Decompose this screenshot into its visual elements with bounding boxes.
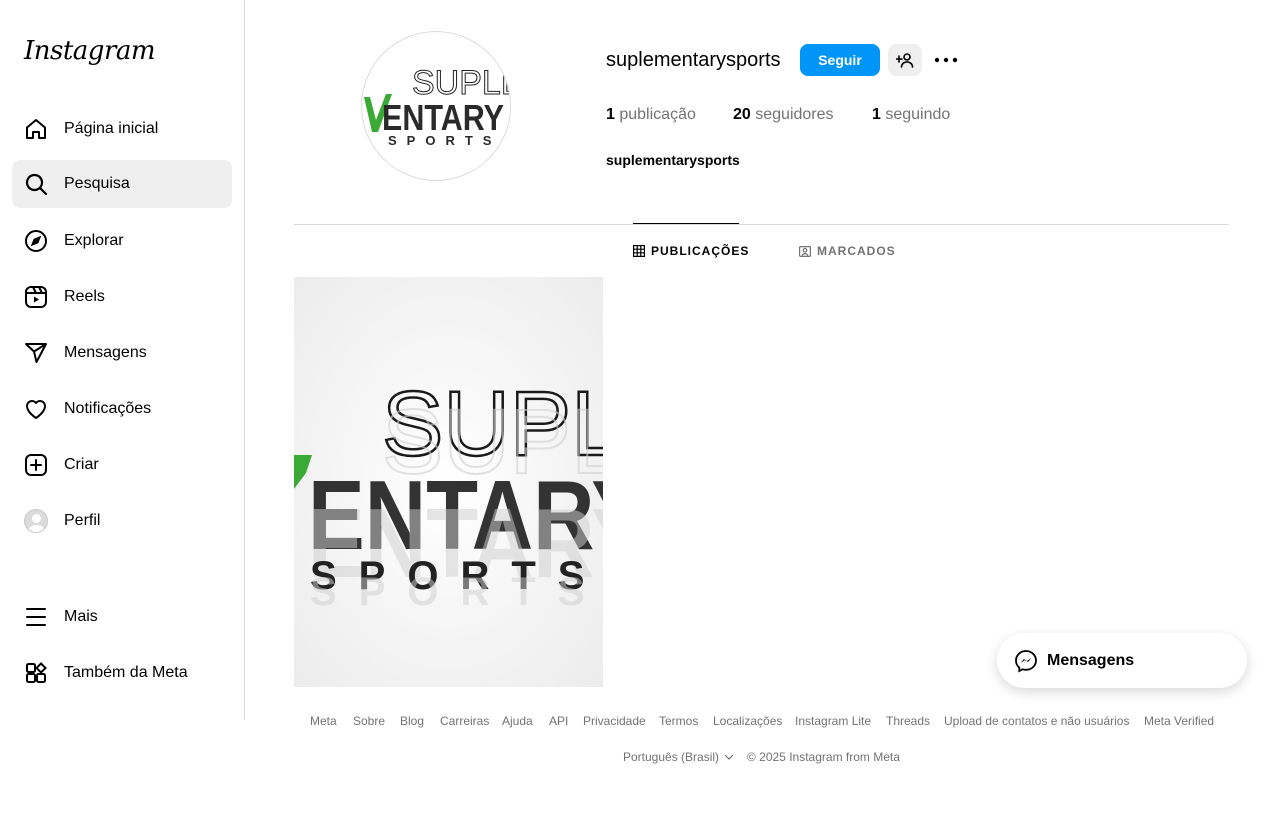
avatar — [24, 509, 48, 533]
footer-link[interactable]: Instagram Lite — [795, 714, 871, 728]
sidebar-item-messages[interactable]: Mensagens — [12, 329, 232, 377]
tab-label: MARCADOS — [817, 244, 896, 258]
tagged-icon — [799, 245, 811, 257]
sidebar-item-label: Criar — [64, 456, 99, 473]
post-image: SUPLE SUPLE ENTARY ENTARY SPORTS SPORTS — [294, 277, 603, 687]
sidebar-item-label: Perfil — [64, 512, 101, 529]
stat-following-count: 1 — [872, 106, 881, 123]
stat-posts: 1 publicação — [606, 106, 696, 124]
footer-link[interactable]: Localizações — [713, 714, 782, 728]
avatar-wrapper — [24, 509, 48, 533]
footer-link[interactable]: Termos — [659, 714, 698, 728]
footer-link[interactable]: Carreiras — [440, 714, 489, 728]
sidebar-item-explore[interactable]: Explorar — [12, 217, 232, 265]
active-tab-indicator — [633, 223, 739, 224]
stat-following-label: seguindo — [885, 106, 951, 123]
profile-username: suplementarysports — [606, 49, 781, 71]
footer-link[interactable]: Sobre — [353, 714, 385, 728]
sidebar-item-label: Também da Meta — [64, 664, 188, 681]
stat-followers-count: 20 — [733, 106, 751, 123]
send-icon — [24, 341, 48, 365]
footer-link[interactable]: Blog — [400, 714, 424, 728]
sidebar-item-create[interactable]: Criar — [12, 441, 232, 489]
sidebar-item-also-from-meta[interactable]: Também da Meta — [12, 649, 232, 697]
chevron-down-icon — [724, 754, 734, 760]
stat-followers[interactable]: 20 seguidores — [733, 106, 834, 124]
search-icon — [24, 172, 48, 196]
language-selector[interactable]: Português (Brasil) — [623, 750, 734, 764]
stat-posts-count: 1 — [606, 106, 615, 123]
sidebar-item-notifications[interactable]: Notificações — [12, 385, 232, 433]
plus-square-icon — [24, 453, 48, 477]
messages-widget-label: Mensagens — [1047, 651, 1135, 669]
sidebar-item-label: Explorar — [64, 232, 124, 249]
language-label: Português (Brasil) — [623, 750, 720, 764]
suggested-accounts-button[interactable] — [888, 44, 922, 76]
sidebar-item-profile[interactable]: Perfil — [12, 497, 232, 545]
messenger-icon — [1014, 649, 1038, 673]
sidebar-item-label: Reels — [64, 288, 105, 305]
copyright: © 2025 Instagram from Meta — [747, 750, 900, 764]
post-thumbnail[interactable]: SUPLE SUPLE ENTARY ENTARY SPORTS SPORTS — [294, 277, 603, 687]
sidebar-item-reels[interactable]: Reels — [12, 273, 232, 321]
menu-icon — [24, 605, 48, 629]
sidebar-item-label: Pesquisa — [64, 175, 130, 192]
footer-link[interactable]: Meta Verified — [1144, 714, 1214, 728]
profile-display-name: suplementarysports — [606, 152, 740, 168]
stat-following[interactable]: 1 seguindo — [872, 106, 950, 124]
apps-icon — [24, 661, 48, 685]
sidebar: Instagram Página inicial Pesquisa Explor… — [0, 0, 245, 720]
stat-posts-label: publicação — [619, 106, 696, 123]
follow-button[interactable]: Seguir — [800, 44, 880, 76]
sidebar-item-label: Mensagens — [64, 344, 147, 361]
home-icon — [24, 117, 48, 141]
footer-link[interactable]: Threads — [886, 714, 930, 728]
add-user-icon — [896, 52, 914, 68]
sidebar-item-label: Mais — [64, 608, 98, 625]
post-logo-reflection-3: SPORTS — [310, 570, 603, 614]
footer-link[interactable]: Upload de contatos e não usuários — [944, 714, 1129, 728]
profile-picture[interactable]: SUPLE ENTARY SPORTS — [361, 31, 511, 181]
stat-followers-label: seguidores — [755, 106, 834, 123]
heart-icon — [24, 397, 48, 421]
tab-tagged[interactable]: MARCADOS — [799, 242, 896, 260]
sidebar-item-label: Página inicial — [64, 120, 159, 137]
instagram-logo[interactable]: Instagram — [24, 36, 156, 66]
tab-label: PUBLICAÇÕES — [651, 244, 750, 258]
sidebar-item-more[interactable]: Mais — [12, 593, 232, 641]
messages-widget[interactable]: Mensagens — [997, 633, 1247, 688]
sidebar-item-label: Notificações — [64, 400, 152, 417]
more-horizontal-icon — [934, 57, 958, 63]
footer-link[interactable]: Privacidade — [583, 714, 646, 728]
tab-posts[interactable]: PUBLICAÇÕES — [633, 242, 749, 260]
sidebar-item-search[interactable]: Pesquisa — [12, 160, 232, 208]
logo-line-2: ENTARY — [382, 97, 504, 138]
more-options-button[interactable] — [934, 49, 958, 71]
reels-icon — [24, 285, 48, 309]
footer-link[interactable]: API — [549, 714, 568, 728]
grid-icon — [633, 245, 645, 257]
sidebar-item-home[interactable]: Página inicial — [12, 105, 232, 153]
compass-icon — [24, 229, 48, 253]
footer-link[interactable]: Meta — [310, 714, 337, 728]
footer-link[interactable]: Ajuda — [502, 714, 533, 728]
tabs-divider — [294, 224, 1229, 225]
logo-line-3: SPORTS — [388, 133, 501, 148]
brand-logo: SUPLE ENTARY SPORTS — [364, 64, 510, 148]
